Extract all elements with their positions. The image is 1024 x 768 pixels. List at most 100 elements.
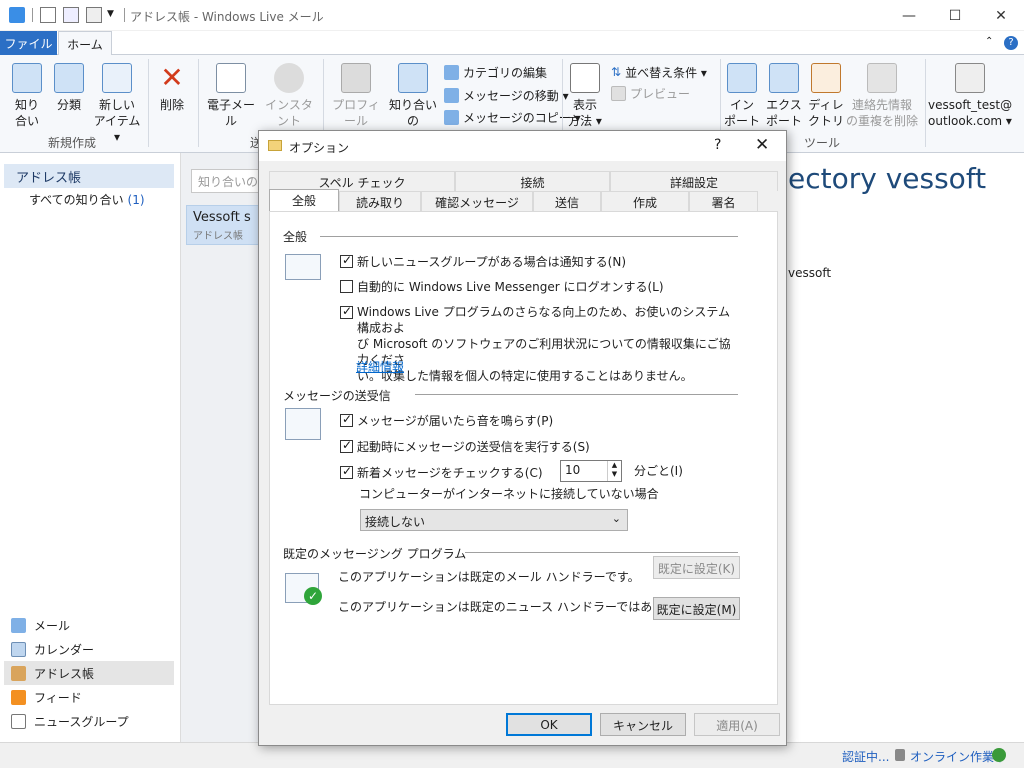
reply-icon[interactable]: [63, 7, 79, 23]
lock-icon: [895, 749, 905, 761]
new-icon[interactable]: [40, 7, 56, 23]
qat-dropdown-icon[interactable]: ▼: [107, 9, 123, 25]
category-icon: [54, 63, 84, 93]
help-icon[interactable]: ?: [1004, 36, 1018, 50]
nav-address-book[interactable]: アドレス帳: [4, 661, 174, 685]
title-bar: ▼ アドレス帳 - Windows Live メール — ☐ ✕: [0, 0, 1024, 31]
section-general-title: 全般: [283, 230, 308, 244]
general-tab-panel: 全般 新しいニュースグループがある場合は通知する(N) 自動的に Windows…: [269, 211, 778, 705]
tab-home[interactable]: ホーム: [58, 31, 112, 56]
print-icon[interactable]: [86, 7, 102, 23]
newsgroup-notify-checkbox[interactable]: 新しいニュースグループがある場合は通知する(N): [340, 253, 626, 270]
move-message-button[interactable]: メッセージの移動 ▾: [444, 86, 569, 104]
dedupe-button[interactable]: 連絡先情報 の重複を削除: [846, 63, 918, 129]
ribbon-separator: [198, 59, 199, 147]
email-button[interactable]: 電子メール: [203, 63, 259, 129]
new-contact-button[interactable]: 知り 合い: [10, 63, 44, 129]
nav-address-book-label: アドレス帳: [34, 666, 95, 681]
checkmark-badge-icon: ✓: [304, 587, 322, 605]
folder-icon: [268, 140, 282, 151]
maximize-button[interactable]: ☐: [932, 0, 978, 31]
account-button[interactable]: vessoft_test@ outlook.com ▾: [928, 63, 1012, 129]
checkbox-checked-icon: [340, 438, 353, 453]
startup-sendrecv-label: 起動時にメッセージの送受信を実行する(S): [357, 440, 590, 454]
dialog-help-button[interactable]: ?: [714, 137, 721, 153]
checkbox-checked-icon: [340, 253, 353, 268]
account-label: vessoft_test@ outlook.com ▾: [928, 98, 1013, 128]
edit-category-button[interactable]: カテゴリの編集: [444, 63, 547, 81]
tab-connection[interactable]: 接続: [455, 171, 610, 191]
cancel-button[interactable]: キャンセル: [600, 713, 686, 736]
close-window-button[interactable]: ✕: [978, 0, 1024, 31]
improve-program-text: Windows Live プログラムのさらなる向上のため、お使いのシステム構成お…: [357, 305, 731, 383]
nav-mail[interactable]: メール: [4, 613, 174, 637]
tab-advanced[interactable]: 詳細設定: [610, 171, 778, 191]
new-category-label: 分類: [56, 98, 81, 112]
move-message-label: メッセージの移動 ▾: [463, 88, 569, 103]
tab-receipts[interactable]: 確認メッセージ: [421, 191, 533, 211]
edit-category-label: カテゴリの編集: [463, 65, 548, 80]
nav-calendar[interactable]: カレンダー: [4, 637, 174, 661]
send-receive-icon: [285, 408, 321, 440]
nav-newsgroups[interactable]: ニュースグループ: [4, 709, 174, 733]
nav-feeds[interactable]: フィード: [4, 685, 174, 709]
all-contacts-label: すべての知り合い: [29, 193, 124, 207]
apply-button[interactable]: 適用(A): [694, 713, 780, 736]
tab-signature[interactable]: 署名: [689, 191, 758, 211]
interval-stepper[interactable]: 10 ▲ ▼: [560, 460, 622, 482]
offline-label: コンピューターがインターネットに接続していない場合: [359, 487, 659, 501]
email-icon: [216, 63, 246, 93]
mail-handler-text: このアプリケーションは既定のメール ハンドラーです。: [338, 570, 640, 584]
tab-file[interactable]: ファイル: [0, 31, 57, 55]
tab-send[interactable]: 送信: [533, 191, 601, 211]
calendar-icon: [11, 641, 26, 657]
nav-newsgroups-label: ニュースグループ: [34, 714, 129, 729]
checkbox-checked-icon: [340, 464, 353, 479]
tab-general[interactable]: 全般: [269, 189, 339, 211]
directory-button[interactable]: ディレ クトリ: [806, 63, 846, 129]
set-default-mail-button[interactable]: 既定に設定(K): [653, 556, 740, 579]
new-category-button[interactable]: 分類: [52, 63, 86, 113]
tab-read[interactable]: 読み取り: [339, 191, 421, 211]
tab-compose[interactable]: 作成: [601, 191, 689, 211]
view-icon: [570, 63, 600, 93]
check-new-checkbox[interactable]: 新着メッセージをチェックする(C): [340, 464, 543, 481]
contact-item[interactable]: Vessoft s アドレス帳: [186, 205, 266, 245]
delete-button[interactable]: ✕ 削除: [155, 63, 189, 113]
minimize-button[interactable]: —: [886, 0, 932, 31]
checkbox-unchecked-icon: [340, 280, 353, 293]
section-divider: [320, 236, 738, 237]
spin-arrows-icon[interactable]: ▲ ▼: [607, 461, 621, 481]
new-item-button[interactable]: 新しい アイテム ▾: [92, 63, 142, 145]
address-book-header[interactable]: アドレス帳: [4, 164, 174, 188]
sort-button[interactable]: ⇅ 並べ替え条件 ▾: [611, 63, 707, 81]
tab-spellcheck[interactable]: スペル チェック: [269, 171, 455, 191]
sound-checkbox[interactable]: メッセージが届いたら音を鳴らす(P): [340, 412, 553, 429]
qat-separator: [124, 8, 125, 22]
mail-icon: [11, 617, 26, 633]
contact-source: アドレス帳: [193, 231, 243, 242]
view-button[interactable]: 表示 方法 ▾: [567, 63, 603, 129]
ribbon-tabs: ファイル ホーム ⌃ ?: [0, 31, 1024, 56]
dialog-close-button[interactable]: ✕: [755, 135, 769, 155]
set-default-news-button[interactable]: 既定に設定(M): [653, 597, 740, 620]
copy-message-button[interactable]: メッセージのコピー ▾: [444, 108, 581, 126]
ribbon-collapse-icon[interactable]: ⌃: [985, 36, 993, 47]
offline-select[interactable]: 接続しない ⌄: [360, 509, 628, 531]
delete-icon: ✕: [160, 61, 184, 94]
ok-button[interactable]: OK: [506, 713, 592, 736]
details-link[interactable]: 詳細情報: [356, 358, 404, 375]
tab-row-bottom: 全般 読み取り 確認メッセージ 送信 作成 署名: [269, 189, 758, 211]
directory-label: ディレ クトリ: [807, 98, 844, 128]
view-label: 表示 方法 ▾: [568, 98, 602, 128]
profile-icon: [341, 63, 371, 93]
messenger-logon-checkbox[interactable]: 自動的に Windows Live Messenger にログオンする(L): [340, 278, 664, 295]
newsgroup-icon: [11, 713, 26, 729]
interval-value: 10: [565, 463, 581, 477]
all-contacts-item[interactable]: すべての知り合い (1): [29, 191, 145, 208]
preview-button[interactable]: プレビュー: [611, 84, 690, 102]
startup-sendrecv-checkbox[interactable]: 起動時にメッセージの送受信を実行する(S): [340, 438, 590, 455]
group-tools-label: ツール: [804, 136, 841, 150]
auth-status: 認証中...: [842, 750, 890, 764]
tab-row-top: スペル チェック 接続 詳細設定: [269, 171, 778, 191]
